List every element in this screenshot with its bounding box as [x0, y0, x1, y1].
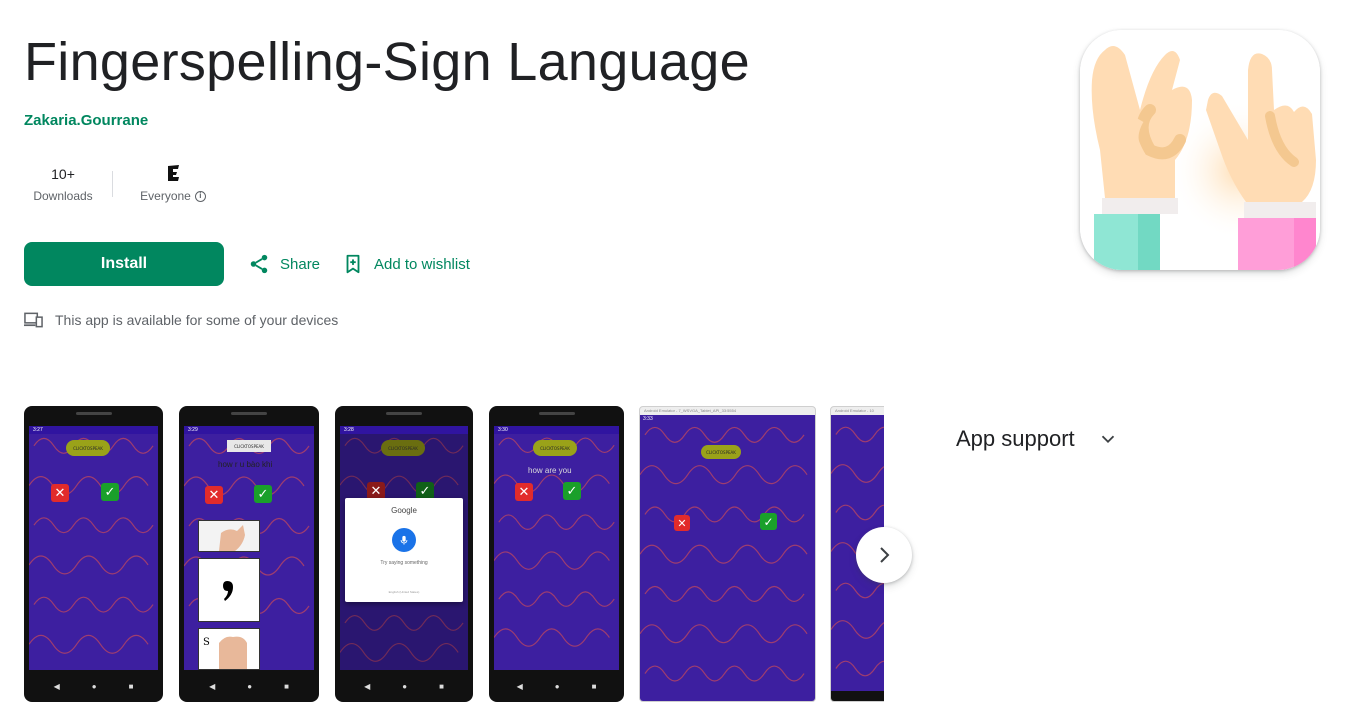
nav-bar: ◀ ● ■	[489, 670, 624, 702]
recognized-text: how are you	[528, 466, 572, 475]
downloads-stat: 10+ Downloads	[24, 164, 102, 204]
correct-icon: ✓	[254, 485, 272, 503]
screenshot-3[interactable]: 3:28 CLICKTOSPEAK ✕ ✓ Google Try saying …	[335, 406, 473, 702]
app-icon	[1080, 30, 1320, 270]
click-to-speak-pill: CLICKTOSPEAK	[533, 440, 577, 456]
status-time: 3:27	[33, 427, 43, 433]
try-saying-text: Try saying something	[380, 560, 428, 566]
sign-card-3: S	[198, 628, 260, 670]
sign-card-2	[198, 558, 260, 622]
status-time: 3:30	[498, 427, 508, 433]
status-time: 3:28	[344, 427, 354, 433]
emulator-titlebar: Android Emulator - 7_WSVGA_Tablet_API_33…	[644, 408, 737, 413]
recents-icon: ■	[439, 681, 444, 691]
phone-speaker	[538, 412, 575, 415]
app-support-label: App support	[956, 426, 1075, 451]
phone-speaker	[231, 412, 267, 415]
app-stats: 10+ Downloads Everyone i	[24, 164, 223, 204]
app-title: Fingerspelling-Sign Language	[24, 32, 750, 92]
status-bar: 3:28	[340, 426, 468, 434]
nav-bar: ◀ ● ■	[179, 670, 319, 702]
emulator-titlebar: Android Emulator - 10	[835, 408, 874, 413]
recents-icon: ■	[284, 681, 289, 691]
microphone-icon	[400, 535, 408, 545]
screen: 3:30 CLICKTOSPEAK how are you ✕ ✓	[494, 426, 619, 670]
svg-text:S: S	[203, 637, 210, 648]
phone-speaker	[75, 412, 112, 415]
esrb-everyone-icon	[166, 164, 181, 184]
downloads-label: Downloads	[33, 189, 93, 203]
google-label: Google	[391, 506, 417, 515]
content-rating-stat[interactable]: Everyone i	[123, 164, 223, 204]
wrong-icon: ✕	[51, 484, 69, 502]
click-to-speak-pill: CLICKTOSPEAK	[381, 440, 425, 456]
device-availability: This app is available for some of your d…	[24, 311, 338, 329]
content-rating-label: Everyone i	[140, 188, 206, 204]
recents-icon: ■	[591, 681, 597, 691]
language-text: English (United States)	[388, 590, 420, 594]
screenshot-2[interactable]: 3:29 CLICKTOSPEAK how r u bào khi ✕ ✓ S …	[179, 406, 319, 702]
stats-divider	[112, 171, 113, 197]
hands-logo-icon	[1080, 30, 1320, 270]
home-icon: ●	[402, 681, 408, 691]
screen: 3:33 CLICKTOSPEAK ✕ ✓	[640, 415, 815, 701]
screenshot-4[interactable]: 3:30 CLICKTOSPEAK how are you ✕ ✓ ◀ ● ■	[489, 406, 624, 702]
share-button[interactable]: Share	[248, 252, 320, 276]
status-bar: 3:27	[29, 426, 158, 434]
screenshot-5[interactable]: Android Emulator - 7_WSVGA_Tablet_API_33…	[639, 406, 816, 702]
back-icon: ◀	[209, 681, 216, 691]
phone-speaker	[386, 412, 422, 415]
chevron-down-icon	[1101, 435, 1114, 444]
share-icon	[250, 254, 268, 274]
wrong-icon: ✕	[205, 486, 223, 504]
wishlist-label: Add to wishlist	[374, 255, 470, 273]
install-button[interactable]: Install	[24, 242, 224, 286]
developer-link[interactable]: Zakaria.Gourrane	[24, 112, 148, 129]
recognized-text: how r u bào khi	[218, 460, 273, 469]
wrong-icon: ✕	[515, 483, 533, 501]
carousel-next-button[interactable]	[856, 527, 912, 583]
back-icon: ◀	[516, 681, 523, 691]
voice-dialog: Google Try saying something English (Uni…	[345, 498, 463, 602]
correct-icon: ✓	[101, 483, 119, 501]
back-icon: ◀	[364, 681, 371, 691]
home-icon: ●	[554, 681, 560, 691]
status-bar: 3:29	[184, 426, 314, 434]
hands-pattern	[29, 437, 154, 654]
downloads-value: 10+	[51, 166, 75, 182]
app-support-section[interactable]: App support	[956, 426, 1119, 452]
chevron-right-icon	[880, 547, 890, 563]
click-to-speak-pill: CLICKTOSPEAK	[227, 440, 271, 452]
tablet-nav-bar	[831, 691, 884, 701]
correct-icon: ✓	[563, 482, 581, 500]
bookmark-add-icon	[346, 254, 360, 274]
screen: 3:29 CLICKTOSPEAK how r u bào khi ✕ ✓ S	[184, 426, 314, 670]
hands-pattern	[494, 437, 615, 647]
share-label: Share	[280, 255, 321, 273]
nav-bar: ◀ ● ■	[24, 670, 163, 702]
wrong-icon: ✕	[674, 515, 690, 531]
status-bar: 3:30	[494, 426, 619, 434]
availability-text: This app is available for some of your d…	[55, 312, 339, 328]
status-time: 3:33	[643, 416, 653, 422]
back-icon: ◀	[53, 681, 60, 691]
nav-bar: ◀ ● ■	[335, 670, 473, 702]
screen: 3:28 CLICKTOSPEAK ✕ ✓ Google Try saying …	[340, 426, 468, 670]
screenshot-carousel: 3:27 CLICKTOSPEAK ✕ ✓ ◀ ● ■ 3:29 CLICKTOSP…	[24, 406, 884, 704]
info-icon[interactable]: i	[194, 190, 206, 202]
click-to-speak-pill: CLICKTOSPEAK	[701, 445, 741, 459]
click-to-speak-pill: CLICKTOSPEAK	[66, 440, 110, 456]
home-icon: ●	[91, 681, 97, 691]
screen: 3:27 CLICKTOSPEAK ✕ ✓	[29, 426, 158, 670]
screenshot-1[interactable]: 3:27 CLICKTOSPEAK ✕ ✓ ◀ ● ■	[24, 406, 163, 702]
status-time: 3:29	[188, 427, 198, 433]
sign-card-1	[198, 520, 260, 552]
devices-icon	[24, 312, 43, 328]
add-to-wishlist-button[interactable]: Add to wishlist	[342, 252, 470, 276]
recents-icon: ■	[128, 681, 134, 691]
mic-button[interactable]	[392, 528, 416, 552]
home-icon: ●	[247, 681, 253, 691]
rating-label-text: Everyone	[140, 189, 191, 203]
correct-icon: ✓	[760, 513, 777, 530]
